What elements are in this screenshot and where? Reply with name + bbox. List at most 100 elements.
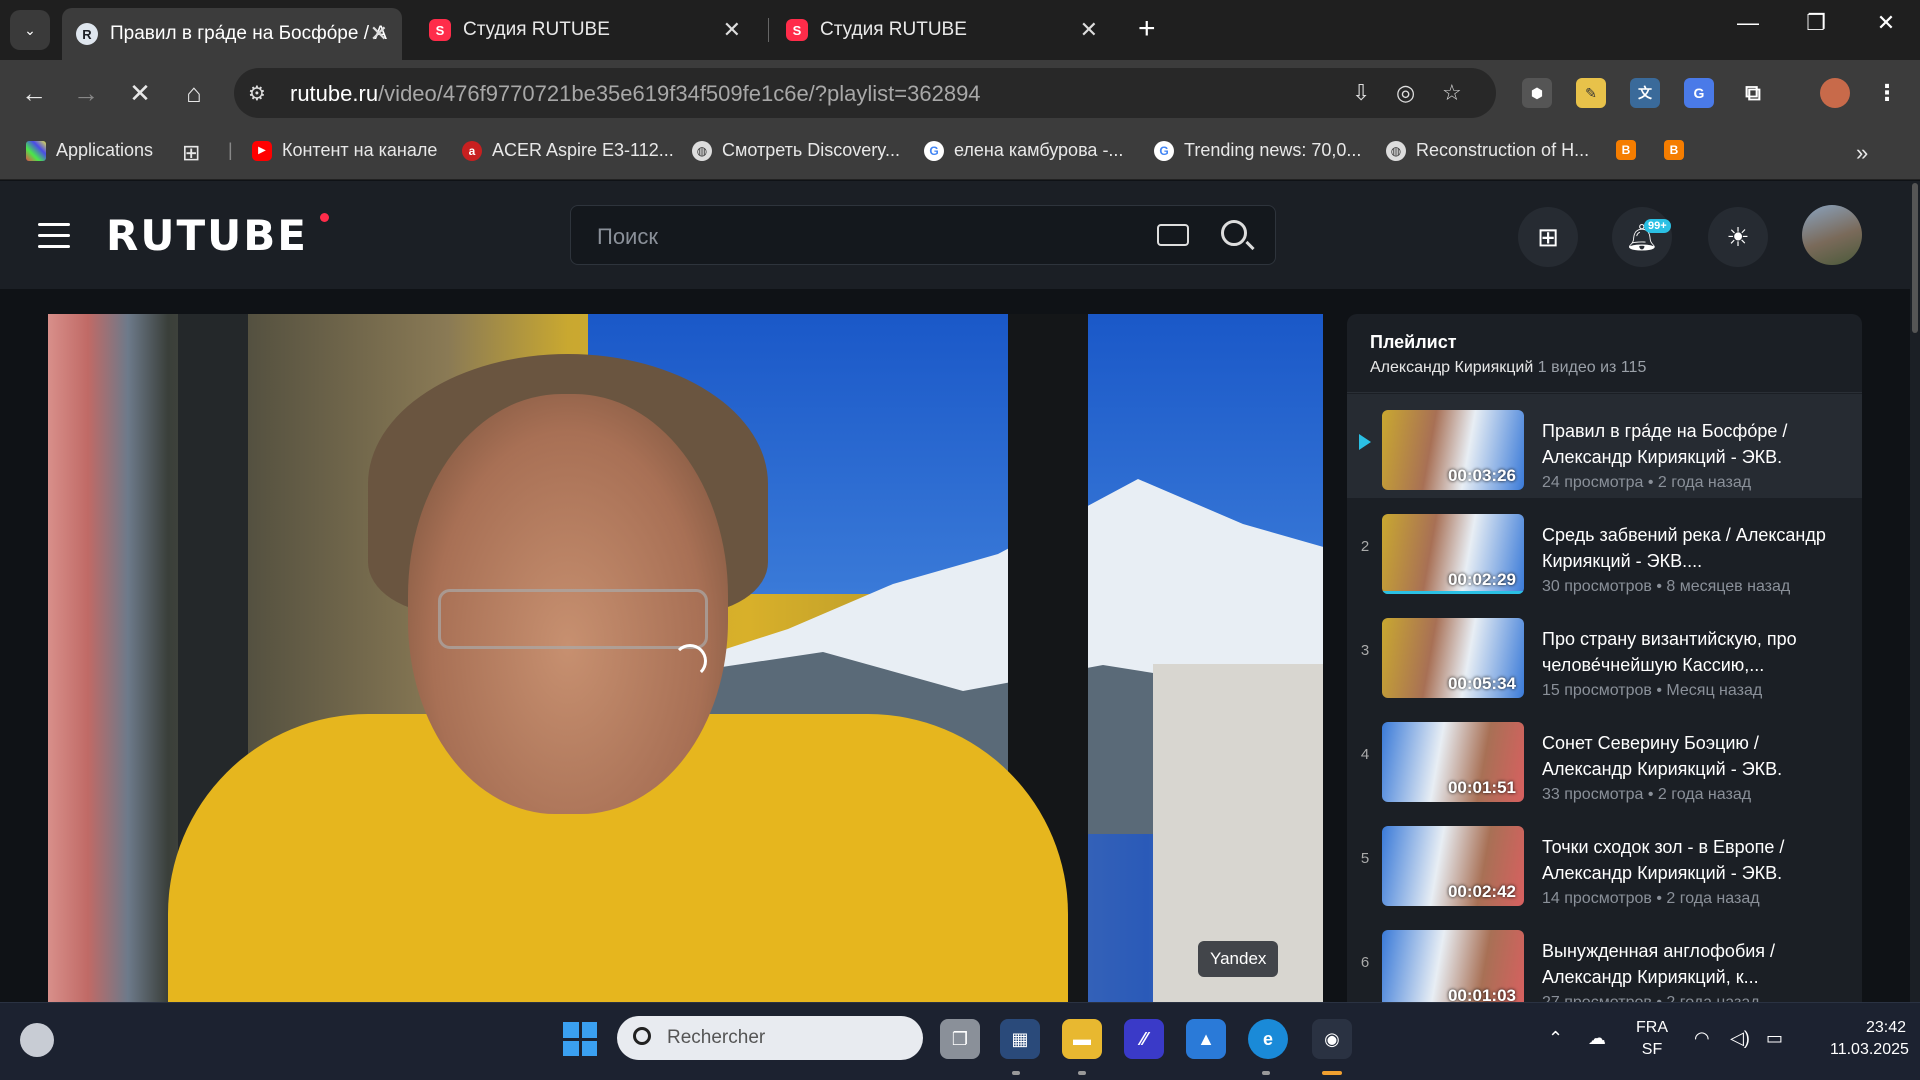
- extension-translate-icon[interactable]: 文: [1630, 78, 1660, 108]
- site-settings-icon[interactable]: ⚙: [248, 81, 266, 106]
- task-view-icon[interactable]: ❐: [940, 1019, 980, 1059]
- tab-studio-2[interactable]: S Студия RUTUBE ✕: [772, 8, 1112, 52]
- playlist-item[interactable]: 2 00:02:29 Средь забвений река / Алексан…: [1347, 498, 1862, 602]
- plus-square-icon: ⊞: [1537, 221, 1559, 252]
- playlist-item[interactable]: 3 00:05:34 Про страну византийскую, про …: [1347, 602, 1862, 706]
- item-number: 5: [1360, 850, 1370, 867]
- back-button[interactable]: ←: [16, 78, 52, 109]
- app-icon[interactable]: ⁄⁄: [1124, 1019, 1164, 1059]
- install-app-icon[interactable]: ⇩: [1352, 80, 1370, 106]
- tab-groups-icon[interactable]: ⊞: [182, 140, 200, 166]
- video-title[interactable]: Сонет Северину Боэцию / Александр Кирияк…: [1542, 730, 1842, 782]
- bookmark-blogger-1[interactable]: B: [1616, 140, 1646, 160]
- microsoft-store-icon[interactable]: ▦: [1000, 1019, 1040, 1059]
- rutube-page: RUTUBE Поиск ⊞ 🔔︎ 99+ ☀ Yandex Плейлист: [0, 181, 1920, 1002]
- tab-active[interactable]: R Правил в гра́де на Босфо́ре / А ✕: [62, 8, 402, 60]
- bookmark-applications[interactable]: Applications: [26, 140, 153, 161]
- forward-button[interactable]: →: [68, 78, 104, 109]
- rutube-favicon-icon: R: [76, 23, 98, 45]
- bookmark-discovery[interactable]: ◍ Смотреть Discovery...: [692, 140, 900, 161]
- address-bar[interactable]: ⚙ rutube.ru/video/476f9770721be35e619f34…: [234, 68, 1496, 118]
- start-button[interactable]: [563, 1022, 597, 1056]
- chrome-browser-icon[interactable]: ◉: [1312, 1019, 1352, 1059]
- bookmark-kamburova[interactable]: G елена камбурова -...: [924, 140, 1123, 161]
- url-text[interactable]: rutube.ru/video/476f9770721be35e619f34f5…: [290, 81, 981, 107]
- tab-search-button[interactable]: ⌄: [10, 10, 50, 50]
- profile-avatar-icon[interactable]: [1820, 78, 1850, 108]
- item-number: 6: [1360, 954, 1370, 971]
- wifi-icon[interactable]: ◠: [1694, 1028, 1710, 1049]
- home-button[interactable]: ⌂: [176, 78, 212, 109]
- watch-progress-bar: [1382, 591, 1524, 594]
- restore-window-icon[interactable]: ❐: [1796, 10, 1836, 36]
- bookmark-blogger-2[interactable]: B: [1664, 140, 1694, 160]
- minimize-window-icon[interactable]: —: [1728, 10, 1768, 36]
- playlist-item[interactable]: 00:03:26 Правил в гра́де на Босфо́ре / А…: [1347, 394, 1862, 498]
- taskbar-search-input[interactable]: Rechercher: [617, 1016, 923, 1060]
- video-title[interactable]: Правил в гра́де на Босфо́ре / Александр …: [1542, 418, 1842, 470]
- video-thumbnail[interactable]: 00:05:34: [1382, 618, 1524, 698]
- video-thumbnail[interactable]: 00:03:26: [1382, 410, 1524, 490]
- extensions-puzzle-icon[interactable]: ⧉: [1738, 78, 1768, 108]
- site-search-input[interactable]: Поиск: [570, 205, 1276, 265]
- scrollbar-thumb[interactable]: [1912, 183, 1918, 333]
- video-title[interactable]: Вынужденная англофобия / Александр Кирия…: [1542, 938, 1842, 990]
- video-thumbnail[interactable]: 00:02:29: [1382, 514, 1524, 594]
- close-tab-icon[interactable]: ✕: [1080, 17, 1098, 43]
- close-tab-icon[interactable]: ✕: [723, 17, 741, 43]
- photos-icon[interactable]: ▲: [1186, 1019, 1226, 1059]
- new-tab-button[interactable]: +: [1138, 12, 1156, 46]
- more-bookmarks-icon[interactable]: »: [1856, 140, 1868, 166]
- search-icon[interactable]: [1221, 220, 1247, 246]
- extension-shield-icon[interactable]: ⬢: [1522, 78, 1552, 108]
- show-hidden-icons-icon[interactable]: ⌃: [1548, 1028, 1563, 1049]
- running-indicator: [1078, 1071, 1086, 1075]
- upload-video-button[interactable]: ⊞: [1518, 207, 1578, 267]
- user-avatar[interactable]: [1802, 205, 1862, 265]
- bookmark-label: Applications: [56, 140, 154, 160]
- system-clock[interactable]: 23:42 11.03.2025: [1830, 1017, 1909, 1061]
- video-title[interactable]: Точки сходок зол - в Европе / Александр …: [1542, 834, 1842, 886]
- tracking-protection-icon[interactable]: ◎: [1396, 80, 1415, 106]
- bookmark-trending[interactable]: G Trending news: 70,0...: [1154, 140, 1361, 161]
- close-window-icon[interactable]: ✕: [1866, 10, 1906, 36]
- youtube-icon: ▶: [252, 140, 272, 161]
- video-thumbnail[interactable]: 00:02:42: [1382, 826, 1524, 906]
- playlist-item[interactable]: 6 00:01:03 Вынужденная англофобия / Алек…: [1347, 914, 1862, 1002]
- video-thumbnail[interactable]: 00:01:51: [1382, 722, 1524, 802]
- stop-loading-button[interactable]: ✕: [122, 78, 158, 109]
- video-title[interactable]: Про страну византийскую, про челове́чней…: [1542, 626, 1842, 678]
- google-translate-icon[interactable]: G: [1684, 78, 1714, 108]
- battery-icon[interactable]: ▭: [1766, 1028, 1783, 1049]
- menu-hamburger-icon[interactable]: [38, 223, 70, 249]
- input-language-indicator[interactable]: FRA SF: [1636, 1017, 1668, 1061]
- edge-browser-icon[interactable]: e: [1248, 1019, 1288, 1059]
- video-title[interactable]: Средь забвений река / Александр Кириякци…: [1542, 522, 1842, 574]
- taskbar-search-placeholder: Rechercher: [667, 1027, 766, 1048]
- playlist-item[interactable]: 4 00:01:51 Сонет Северину Боэцию / Алекс…: [1347, 706, 1862, 810]
- playlist-panel: Плейлист Александр Кириякций 1 видео из …: [1347, 314, 1862, 1002]
- bookmark-kontent[interactable]: ▶ Контент на канале: [252, 140, 437, 161]
- logo-dot-icon: [320, 213, 329, 222]
- rutube-logo[interactable]: RUTUBE: [106, 211, 308, 260]
- file-explorer-icon[interactable]: ▬: [1062, 1019, 1102, 1059]
- bookmark-reconstruction[interactable]: ◍ Reconstruction of H...: [1386, 140, 1589, 161]
- volume-icon[interactable]: ◁): [1730, 1028, 1750, 1049]
- bookmark-star-icon[interactable]: ☆: [1442, 80, 1462, 106]
- extension-note-icon[interactable]: ✎: [1576, 78, 1606, 108]
- page-scrollbar[interactable]: [1910, 181, 1920, 1002]
- keyboard-icon[interactable]: [1157, 224, 1189, 246]
- playlist-item[interactable]: 5 00:02:42 Точки сходок зол - в Европе /…: [1347, 810, 1862, 914]
- browser-menu-icon[interactable]: ⋮: [1872, 78, 1902, 108]
- theme-toggle-button[interactable]: ☀: [1708, 207, 1768, 267]
- video-thumbnail[interactable]: 00:01:03: [1382, 930, 1524, 1002]
- item-number: 4: [1360, 746, 1370, 763]
- notifications-button[interactable]: 🔔︎ 99+: [1612, 207, 1672, 267]
- onedrive-cloud-icon[interactable]: ☁: [1588, 1028, 1606, 1049]
- bookmark-acer[interactable]: a ACER Aspire E3-112...: [462, 140, 674, 161]
- playlist-author[interactable]: Александр Кириякций: [1370, 359, 1533, 376]
- close-tab-icon[interactable]: ✕: [370, 21, 388, 47]
- video-player[interactable]: [48, 314, 1323, 1002]
- tab-studio-1[interactable]: S Студия RUTUBE ✕: [415, 8, 755, 52]
- weather-widget-icon[interactable]: [20, 1023, 54, 1057]
